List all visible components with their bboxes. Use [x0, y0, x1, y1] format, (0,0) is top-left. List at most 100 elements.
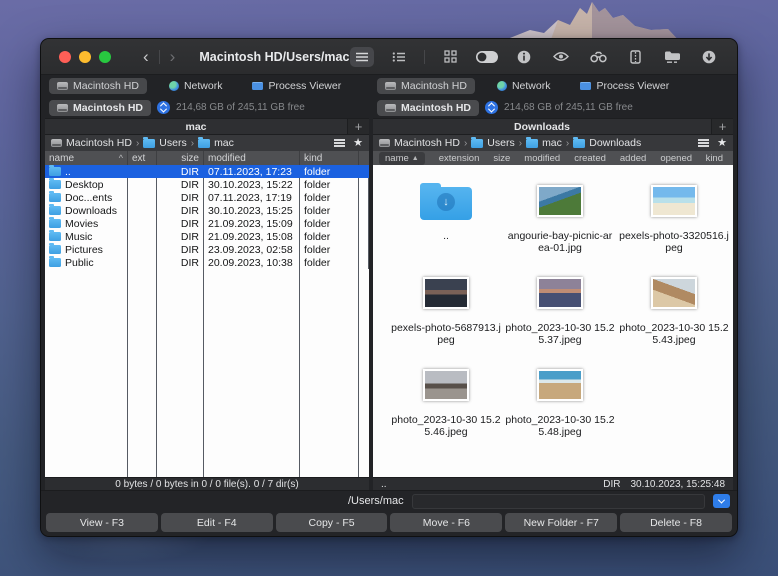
menu-icon[interactable] [334, 139, 346, 147]
image-thumbnail [651, 185, 697, 217]
table-row[interactable]: Doc...ents DIR 07.11.2023, 17:19 folder [45, 191, 369, 204]
free-space-label: 214,68 GB of 245,11 GB free [176, 102, 305, 113]
column-header-ext[interactable]: ext [128, 151, 157, 165]
new-folder-f7-button[interactable]: New Folder - F7 [505, 513, 618, 532]
file-item[interactable]: pexels-photo-5687913.jpeg [389, 269, 503, 361]
folder-icon [526, 136, 539, 148]
right-tab-network[interactable]: Network [489, 78, 559, 94]
left-tab-process-viewer[interactable]: Process Viewer [244, 78, 349, 94]
column-header-size[interactable]: size [157, 151, 204, 165]
breadcrumb-segment[interactable]: mac [542, 137, 562, 149]
image-thumbnail [651, 277, 697, 309]
table-row[interactable]: Music DIR 21.09.2023, 15:08 folder [45, 230, 369, 243]
right-tab-macintosh-hd[interactable]: Macintosh HD [377, 78, 475, 94]
back-button[interactable]: ‹ [133, 48, 159, 65]
table-row[interactable]: Public DIR 20.09.2023, 10:38 folder [45, 256, 369, 269]
toolbar-divider [424, 49, 425, 64]
command-path-label: /Users/mac [348, 495, 404, 507]
folder-icon [49, 243, 61, 254]
table-row[interactable]: Desktop DIR 30.10.2023, 15:22 folder [45, 178, 369, 191]
file-item[interactable]: photo_2023-10-30 15.25.43.jpeg [617, 269, 731, 361]
tab-label: Network [511, 80, 551, 92]
close-window-button[interactable] [59, 50, 71, 63]
left-folder-tab[interactable]: mac [45, 119, 347, 134]
grid-view-icon[interactable] [438, 47, 462, 67]
column-header-size[interactable]: size [493, 153, 510, 164]
column-header-modified[interactable]: modified [204, 151, 300, 165]
breadcrumb-segment[interactable]: Macintosh HD [66, 137, 132, 149]
drive-icon [379, 139, 390, 147]
archive-zip-icon[interactable] [623, 47, 647, 67]
column-header-kind[interactable]: kind [300, 151, 359, 165]
minimize-window-button[interactable] [79, 50, 91, 63]
left-status-bar: 0 bytes / 0 bytes in 0 / 0 file(s). 0 / … [45, 477, 369, 490]
column-header-kind[interactable]: kind [706, 153, 723, 164]
download-icon[interactable] [697, 47, 721, 67]
list-view-icon[interactable] [350, 46, 374, 67]
breadcrumb-segment[interactable]: mac [214, 137, 234, 149]
function-key-bar: View - F3 Edit - F4 Copy - F5 Move - F6 … [41, 511, 737, 536]
command-history-button[interactable] [713, 494, 730, 508]
drive-icon [385, 82, 396, 90]
file-item[interactable]: photo_2023-10-30 15.25.48.jpeg [503, 361, 617, 453]
downloads-folder-icon: ↓ [420, 182, 472, 220]
file-item[interactable]: photo_2023-10-30 15.25.37.jpeg [503, 269, 617, 361]
drive-dropdown-icon[interactable] [157, 101, 171, 114]
monitor-icon [580, 82, 592, 90]
column-header-extension[interactable]: extension [439, 153, 480, 164]
folder-icon [49, 230, 61, 241]
folder-icon [49, 191, 61, 202]
favorites-star-icon[interactable]: ★ [353, 137, 363, 149]
table-row[interactable]: Downloads DIR 30.10.2023, 15:25 folder [45, 204, 369, 217]
dual-pane-toggle-icon[interactable] [475, 47, 499, 67]
breadcrumb-segment[interactable]: Downloads [589, 137, 641, 149]
column-header-opened[interactable]: opened [660, 153, 692, 164]
column-header-added[interactable]: added [620, 153, 646, 164]
zoom-window-button[interactable] [99, 50, 111, 63]
folder-icon [49, 165, 61, 176]
chevron-right-icon: › [518, 137, 523, 149]
add-tab-button[interactable]: + [711, 119, 733, 134]
breadcrumb-segment[interactable]: Users [159, 137, 186, 149]
table-row[interactable]: Pictures DIR 23.09.2023, 02:58 folder [45, 243, 369, 256]
menu-icon[interactable] [698, 139, 710, 147]
table-row[interactable]: Movies DIR 21.09.2023, 15:09 folder [45, 217, 369, 230]
drive-dropdown-icon[interactable] [485, 101, 499, 114]
move-f6-button[interactable]: Move - F6 [390, 513, 503, 532]
left-drive-selector[interactable]: Macintosh HD [49, 99, 152, 116]
left-tab-macintosh-hd[interactable]: Macintosh HD [49, 78, 147, 94]
forward-button[interactable]: › [160, 48, 186, 65]
right-tab-process-viewer[interactable]: Process Viewer [572, 78, 677, 94]
file-item[interactable]: angourie-bay-picnic-area-01.jpg [503, 177, 617, 269]
copy-f5-button[interactable]: Copy - F5 [275, 513, 388, 532]
command-input[interactable] [411, 493, 705, 509]
file-item-parent-dir[interactable]: ↓ .. [389, 177, 503, 269]
view-f3-button[interactable]: View - F3 [46, 513, 158, 532]
traffic-lights [59, 50, 111, 63]
column-header-name[interactable]: name ▲ [379, 151, 425, 165]
column-header-created[interactable]: created [574, 153, 606, 164]
selection-summary: 0 bytes / 0 bytes in 0 / 0 file(s). 0 / … [115, 478, 299, 490]
delete-f8-button[interactable]: Delete - F8 [620, 513, 732, 532]
table-row-selected[interactable]: .. DIR 07.11.2023, 17:23 folder [45, 165, 369, 178]
right-folder-tab[interactable]: Downloads [373, 119, 711, 134]
detail-view-icon[interactable] [387, 47, 411, 67]
network-folder-icon[interactable] [660, 47, 684, 67]
breadcrumb-segment[interactable]: Users [487, 137, 514, 149]
left-tab-network[interactable]: Network [161, 78, 231, 94]
column-header-name[interactable]: name ^ [45, 151, 128, 165]
info-icon[interactable] [512, 47, 536, 67]
left-column-headers: name ^ ext size modified kind [45, 151, 369, 165]
right-drive-selector[interactable]: Macintosh HD [377, 99, 480, 116]
file-item[interactable]: photo_2023-10-30 15.25.46.jpeg [389, 361, 503, 453]
search-binoculars-icon[interactable] [586, 47, 610, 67]
add-tab-button[interactable]: + [347, 119, 369, 134]
column-header-modified[interactable]: modified [524, 153, 560, 164]
file-item[interactable]: pexels-photo-3320516.jpeg [617, 177, 731, 269]
edit-f4-button[interactable]: Edit - F4 [160, 513, 273, 532]
folder-icon [471, 136, 484, 148]
breadcrumb-segment[interactable]: Macintosh HD [394, 137, 460, 149]
preview-eye-icon[interactable] [549, 47, 573, 67]
favorites-star-icon[interactable]: ★ [717, 137, 727, 149]
command-bar: /Users/mac [41, 490, 737, 511]
